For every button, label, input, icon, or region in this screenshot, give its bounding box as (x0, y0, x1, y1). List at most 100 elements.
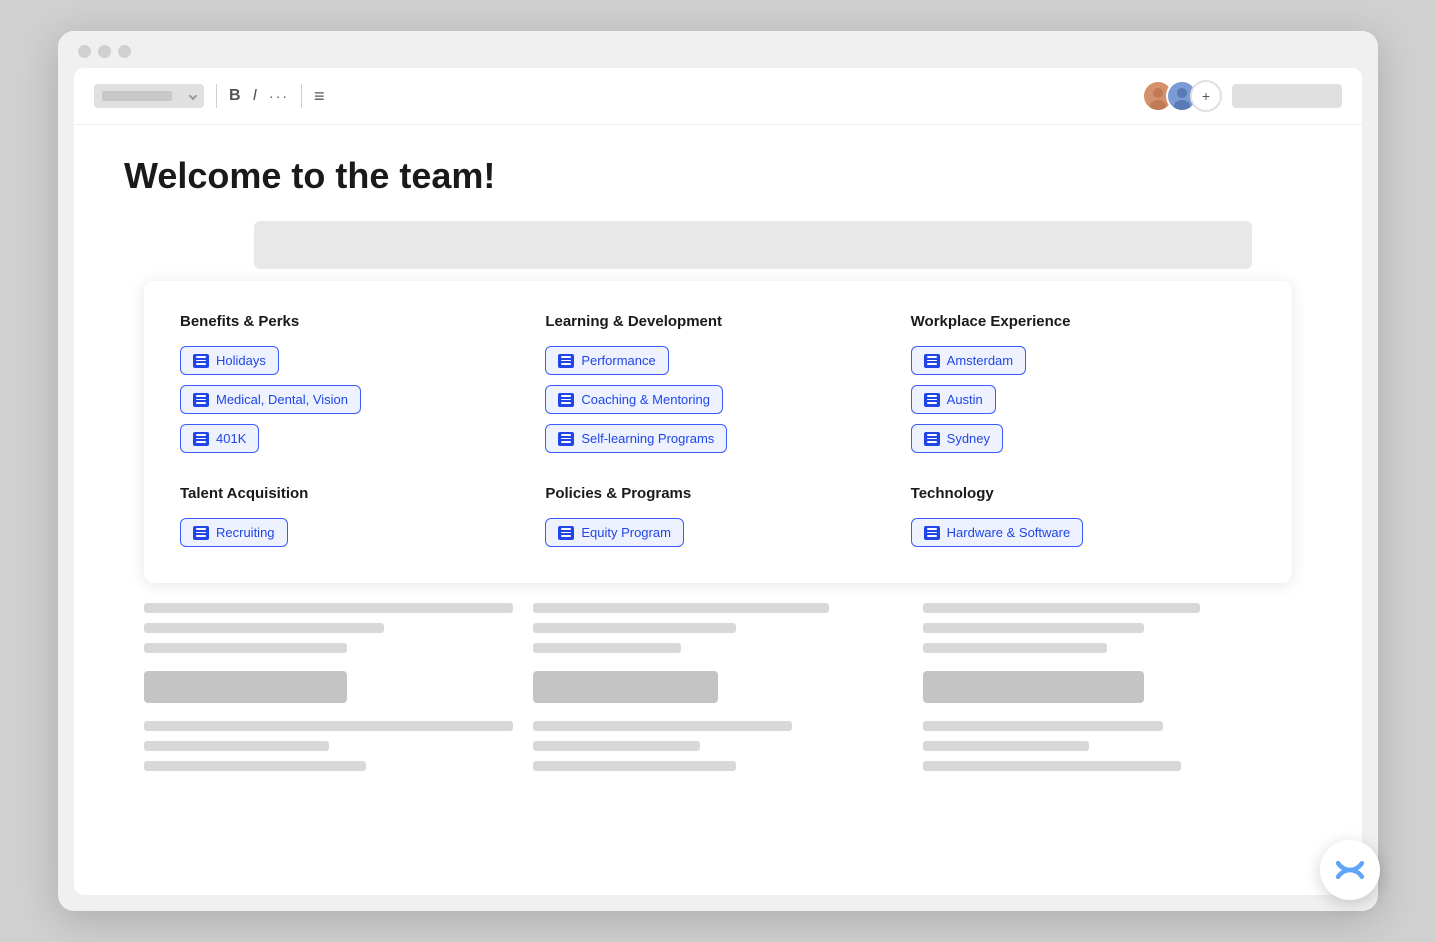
toolbar: B I ··· ≡ (74, 68, 1362, 125)
doc-icon (924, 354, 940, 368)
tag-list-talent: Recruiting (180, 518, 525, 547)
invite-button[interactable]: + (1190, 80, 1222, 112)
doc-icon (558, 526, 574, 540)
placeholder-line (533, 761, 736, 771)
tag-list-benefits: Holidays Medical, D (180, 346, 525, 453)
tag-list-policies: Equity Program (545, 518, 890, 547)
dropdown-bar (102, 91, 172, 101)
italic-button[interactable]: I (253, 87, 257, 105)
tag-list-workplace: Amsterdam Austin (911, 346, 1256, 453)
tag-label: Performance (581, 353, 655, 368)
placeholder-line (923, 603, 1200, 613)
page-content: Welcome to the team! Benefits & Perks (74, 125, 1362, 895)
toolbar-divider-1 (216, 84, 217, 108)
style-dropdown[interactable] (94, 84, 204, 108)
tag-holidays[interactable]: Holidays (180, 346, 279, 375)
tag-sydney[interactable]: Sydney (911, 424, 1003, 453)
doc-icon (558, 354, 574, 368)
placeholder-line (144, 623, 384, 633)
doc-icon (924, 393, 940, 407)
placeholder-line (144, 761, 366, 771)
placeholder-line (923, 623, 1145, 633)
chevron-down-icon (189, 92, 197, 100)
placeholder-line (923, 643, 1108, 653)
tag-austin[interactable]: Austin (911, 385, 996, 414)
more-button[interactable]: ··· (269, 88, 289, 104)
tag-label: Coaching & Mentoring (581, 392, 710, 407)
category-card: Benefits & Perks Holi (144, 281, 1292, 583)
tag-equity[interactable]: Equity Program (545, 518, 684, 547)
placeholder-line (533, 623, 736, 633)
doc-icon (558, 393, 574, 407)
section-benefits-perks: Benefits & Perks Holi (180, 313, 525, 453)
doc-icon (193, 526, 209, 540)
section-learning: Learning & Development (545, 313, 890, 453)
section-title-benefits: Benefits & Perks (180, 313, 525, 330)
maximize-button[interactable] (118, 45, 131, 58)
placeholder-rect (144, 671, 347, 703)
tag-medical[interactable]: Medical, Dental, Vision (180, 385, 361, 414)
close-button[interactable] (78, 45, 91, 58)
tag-label: Austin (947, 392, 983, 407)
tag-label: 401K (216, 431, 246, 446)
below-col-1 (144, 603, 513, 771)
placeholder-line (533, 643, 681, 653)
below-card-content (124, 583, 1312, 791)
tag-label: Recruiting (216, 525, 275, 540)
section-title-policies: Policies & Programs (545, 485, 890, 502)
below-col-2 (533, 603, 902, 771)
tag-401k[interactable]: 401K (180, 424, 259, 453)
section-title-technology: Technology (911, 485, 1256, 502)
tag-label: Medical, Dental, Vision (216, 392, 348, 407)
placeholder-rect (533, 671, 718, 703)
bold-button[interactable]: B (229, 87, 241, 105)
page-title: Welcome to the team! (124, 155, 1312, 197)
tag-list-learning: Performance Coachin (545, 346, 890, 453)
section-title-learning: Learning & Development (545, 313, 890, 330)
browser-content: B I ··· ≡ (74, 68, 1362, 895)
placeholder-rect (923, 671, 1145, 703)
placeholder-line (144, 643, 347, 653)
tag-label: Amsterdam (947, 353, 1013, 368)
placeholder-line (923, 721, 1163, 731)
section-talent: Talent Acquisition Re (180, 485, 525, 547)
placeholder-line (923, 741, 1089, 751)
section-workplace: Workplace Experience (911, 313, 1256, 453)
section-policies: Policies & Programs E (545, 485, 890, 547)
tag-coaching[interactable]: Coaching & Mentoring (545, 385, 723, 414)
tag-label: Equity Program (581, 525, 671, 540)
tag-label: Self-learning Programs (581, 431, 714, 446)
confluence-icon (1333, 853, 1367, 887)
align-button[interactable]: ≡ (314, 86, 325, 107)
doc-icon (924, 526, 940, 540)
tag-recruiting[interactable]: Recruiting (180, 518, 288, 547)
placeholder-line (533, 721, 792, 731)
section-title-workplace: Workplace Experience (911, 313, 1256, 330)
minimize-button[interactable] (98, 45, 111, 58)
doc-icon (193, 432, 209, 446)
browser-window: B I ··· ≡ (58, 31, 1378, 911)
tag-amsterdam[interactable]: Amsterdam (911, 346, 1026, 375)
placeholder-line (533, 741, 699, 751)
tag-hardware[interactable]: Hardware & Software (911, 518, 1084, 547)
toolbar-divider-2 (301, 84, 302, 108)
doc-icon (558, 432, 574, 446)
placeholder-line (144, 721, 513, 731)
tag-list-technology: Hardware & Software (911, 518, 1256, 547)
category-grid: Benefits & Perks Holi (180, 313, 1256, 547)
avatar-group: + (1142, 80, 1222, 112)
confluence-fab[interactable] (1320, 840, 1380, 900)
share-button[interactable] (1232, 84, 1342, 108)
tag-performance[interactable]: Performance (545, 346, 668, 375)
traffic-lights (78, 45, 131, 58)
placeholder-line (923, 761, 1182, 771)
tag-label: Hardware & Software (947, 525, 1071, 540)
tag-self-learning[interactable]: Self-learning Programs (545, 424, 727, 453)
banner-placeholder (254, 221, 1252, 269)
section-title-talent: Talent Acquisition (180, 485, 525, 502)
placeholder-line (144, 603, 513, 613)
below-col-3 (923, 603, 1292, 771)
tag-label: Sydney (947, 431, 990, 446)
doc-icon (193, 393, 209, 407)
tag-label: Holidays (216, 353, 266, 368)
